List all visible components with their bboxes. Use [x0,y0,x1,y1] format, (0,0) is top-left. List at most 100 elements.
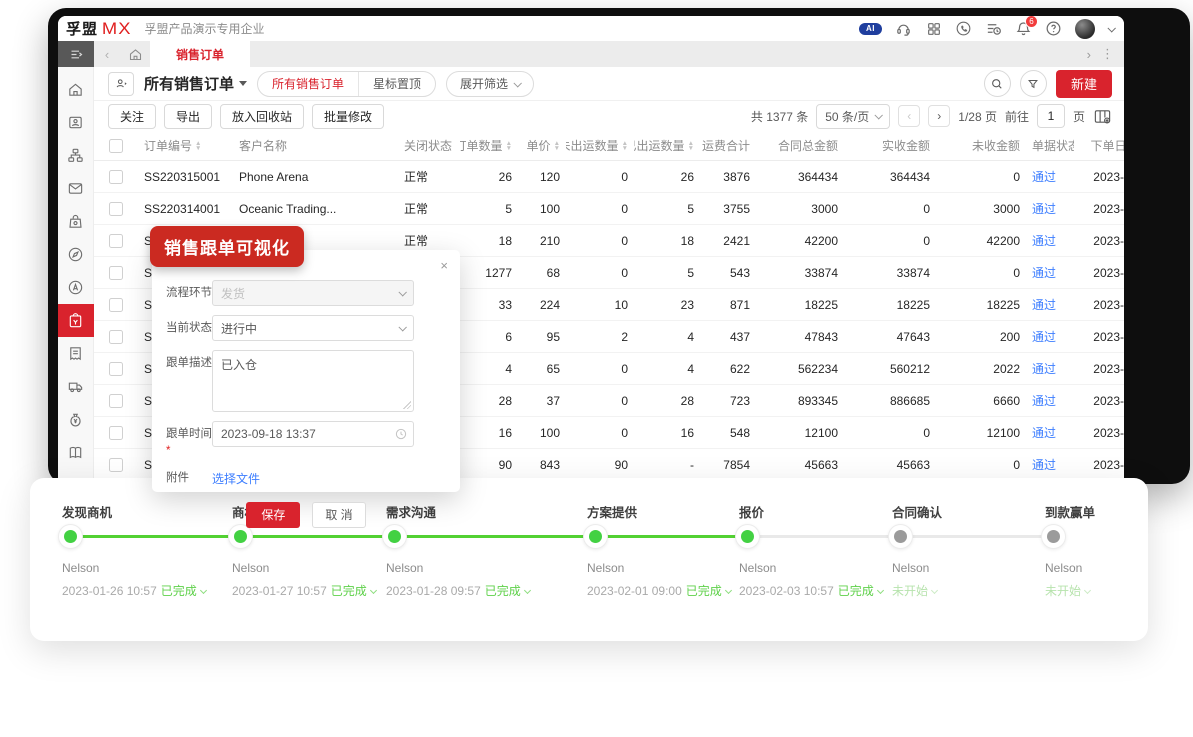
row-checkbox[interactable] [109,458,123,472]
cell-doc_status[interactable]: 通过 [1032,232,1056,249]
cancel-button[interactable]: 取 消 [312,502,365,528]
cell-doc_status[interactable]: 通过 [1032,424,1056,441]
prev-page-button[interactable]: ‹ [898,105,920,127]
sidebar-item-orders-active[interactable] [58,304,94,337]
ai-assistant-button[interactable]: AI [859,23,882,35]
stage-select[interactable]: 发货 [212,280,414,306]
stage-status[interactable]: 未开始 [1045,582,1081,599]
chevron-down-icon[interactable] [877,587,884,594]
row-checkbox[interactable] [109,202,123,216]
description-textarea[interactable]: 已入仓 [212,350,414,412]
row-checkbox[interactable] [109,330,123,344]
filter-button[interactable] [1020,70,1047,97]
home-icon[interactable] [120,41,150,67]
row-checkbox[interactable] [109,426,123,440]
choose-file-link[interactable]: 选择文件 [212,465,260,487]
phone-icon[interactable] [955,20,972,37]
stage-status[interactable]: 已完成 [838,582,874,599]
sidebar-item-receipt[interactable] [58,337,94,370]
sort-icon[interactable]: ▲▼ [506,141,512,151]
table-row[interactable]: SS220314001Oceanic Trading...正常510005375… [94,193,1124,225]
save-button[interactable]: 保存 [246,502,300,528]
search-button[interactable] [984,70,1011,97]
task-list-icon[interactable] [985,20,1002,37]
headset-icon[interactable] [895,20,912,37]
row-checkbox[interactable] [109,394,123,408]
sort-icon[interactable]: ▲▼ [554,141,560,151]
tab-more-icon[interactable]: ⋮ [1101,46,1114,62]
help-icon[interactable] [1045,20,1062,37]
follow-up-time-input[interactable] [212,421,414,447]
column-header-order_date[interactable]: 下单日期▲▼ [1074,137,1124,154]
chevron-down-icon[interactable] [931,587,938,594]
chevron-down-icon[interactable] [1084,587,1091,594]
sort-icon[interactable]: ▲▼ [622,141,628,151]
row-checkbox[interactable] [109,266,123,280]
cell-doc_status[interactable]: 通过 [1032,360,1056,377]
expand-filter-button[interactable]: 展开筛选 [446,71,534,97]
view-title[interactable]: 所有销售订单 [144,73,247,94]
stage-status[interactable]: 已完成 [485,582,521,599]
tab-sales-orders[interactable]: 销售订单 [150,41,250,67]
cell-doc_status[interactable]: 通过 [1032,200,1056,217]
sidebar-item-compass[interactable] [58,238,94,271]
chevron-down-icon[interactable] [725,587,732,594]
cell-doc_status[interactable]: 通过 [1032,456,1056,473]
sidebar-item-mail[interactable] [58,172,94,205]
stage-status[interactable]: 已完成 [686,582,722,599]
chevron-down-icon[interactable] [370,587,377,594]
row-checkbox[interactable] [109,234,123,248]
segment-starred[interactable]: 星标置顶 [359,72,435,96]
chevron-down-icon[interactable] [1107,24,1115,32]
segment-all-orders[interactable]: 所有销售订单 [258,72,359,96]
avatar[interactable] [1075,19,1095,39]
row-checkbox[interactable] [109,170,123,184]
column-header-price[interactable]: 单价▲▼ [518,137,566,154]
follow-button[interactable]: 关注 [108,104,156,129]
sort-icon[interactable]: ▲▼ [195,141,201,151]
cell-doc_status[interactable]: 通过 [1032,392,1056,409]
sidebar-item-home[interactable] [58,73,94,106]
table-row[interactable]: SS220315001Phone Arena正常2612002638763644… [94,161,1124,193]
row-checkbox[interactable] [109,298,123,312]
export-button[interactable]: 导出 [164,104,212,129]
chevron-down-icon[interactable] [200,587,207,594]
sidebar-item-bag[interactable] [58,205,94,238]
cell-doc_status[interactable]: 通过 [1032,296,1056,313]
batch-edit-button[interactable]: 批量修改 [312,104,384,129]
resize-grip-icon[interactable] [403,401,411,409]
column-settings-icon[interactable] [1093,107,1112,126]
tab-back-icon[interactable]: ‹ [94,41,120,67]
new-order-button[interactable]: 新建 [1056,70,1112,98]
select-all-checkbox[interactable] [109,139,123,153]
cell-doc_status[interactable]: 通过 [1032,264,1056,281]
next-page-button[interactable]: › [928,105,950,127]
column-header-order_no[interactable]: 订单编号▲▼ [138,137,233,154]
chevron-down-icon[interactable] [524,587,531,594]
page-size-select[interactable]: 50 条/页 [816,104,890,129]
goto-page-input[interactable] [1037,104,1065,128]
status-select[interactable]: 进行中 [212,315,414,341]
cell-doc_status[interactable]: 通过 [1032,168,1056,185]
stage-status[interactable]: 已完成 [331,582,367,599]
cell-doc_status[interactable]: 通过 [1032,328,1056,345]
sidebar-item-circle-a[interactable] [58,271,94,304]
sort-icon[interactable]: ▲▼ [688,141,694,151]
view-switcher-button[interactable] [108,72,134,96]
recycle-bin-button[interactable]: 放入回收站 [220,104,304,129]
close-icon[interactable]: × [440,259,448,272]
apps-grid-icon[interactable] [925,20,942,37]
column-header-not_shipped[interactable]: 未出运数量▲▼ [566,137,634,154]
bell-icon[interactable]: 6 [1015,20,1032,37]
sidebar-item-logistics[interactable] [58,370,94,403]
row-checkbox[interactable] [109,362,123,376]
column-header-qty[interactable]: 订单数量▲▼ [460,137,518,154]
stage-status[interactable]: 已完成 [161,582,197,599]
sidebar-item-org-tree[interactable] [58,139,94,172]
sidebar-item-contacts[interactable] [58,106,94,139]
tab-forward-icon[interactable]: › [1087,47,1091,62]
column-header-shipped[interactable]: 已出运数量▲▼ [634,137,700,154]
stage-status[interactable]: 未开始 [892,582,928,599]
sidebar-item-ledger[interactable] [58,436,94,469]
sidebar-collapse-button[interactable] [58,41,94,67]
